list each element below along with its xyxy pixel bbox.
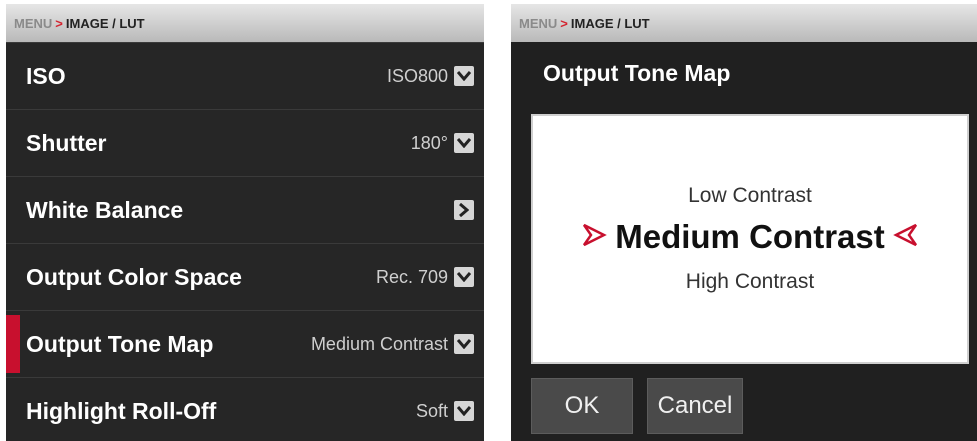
ok-button[interactable]: OK — [531, 378, 633, 434]
menu-item-output-color-space[interactable]: Output Color Space Rec. 709 — [6, 243, 484, 310]
breadcrumb: MENU > IMAGE / LUT — [6, 4, 484, 42]
option-picker[interactable]: Low Contrast Medium Contrast High Contra… — [531, 114, 969, 364]
menu-item-label: Shutter — [26, 129, 107, 156]
menu-item-label: White Balance — [26, 196, 184, 223]
dialog-title: Output Tone Map — [543, 60, 731, 86]
chevron-down-icon[interactable] — [454, 66, 474, 86]
menu-item-label: Output Tone Map — [26, 330, 214, 357]
menu-item-value: Soft — [415, 400, 448, 421]
menu-list: ISO ISO800 Shutter 180° White Balance Ou… — [6, 42, 484, 441]
breadcrumb-separator: > — [55, 15, 63, 31]
menu-item-value: Rec. 709 — [375, 266, 448, 287]
tone-map-dialog: MENU > IMAGE / LUT Output Tone Map Low C… — [511, 4, 977, 441]
menu-item-label: ISO — [26, 62, 66, 89]
menu-item-shutter[interactable]: Shutter 180° — [6, 109, 484, 176]
arrow-left-marker-icon — [892, 222, 919, 253]
menu-item-value: ISO800 — [386, 65, 448, 86]
arrow-right-marker-icon — [581, 222, 608, 253]
menu-item-output-tone-map[interactable]: Output Tone Map Medium Contrast — [6, 310, 484, 377]
cancel-button[interactable]: Cancel — [647, 378, 743, 434]
breadcrumb: MENU > IMAGE / LUT — [511, 4, 977, 42]
breadcrumb-current: IMAGE / LUT — [570, 15, 650, 31]
breadcrumb-separator: > — [560, 15, 568, 31]
menu-item-white-balance[interactable]: White Balance — [6, 176, 484, 243]
chevron-right-icon[interactable] — [454, 200, 474, 220]
menu-item-label: Output Color Space — [26, 263, 242, 290]
menu-item-value: Medium Contrast — [310, 333, 448, 354]
chevron-down-icon[interactable] — [454, 401, 474, 421]
dialog-footer: OK Cancel — [531, 378, 743, 434]
chevron-down-icon[interactable] — [454, 334, 474, 354]
chevron-down-icon[interactable] — [454, 267, 474, 287]
breadcrumb-menu[interactable]: MENU — [14, 16, 52, 31]
current-option-row[interactable]: Medium Contrast — [581, 218, 919, 256]
option-medium-contrast[interactable]: Medium Contrast — [615, 218, 885, 256]
breadcrumb-menu[interactable]: MENU — [519, 16, 557, 31]
option-low-contrast[interactable]: Low Contrast — [688, 184, 812, 208]
chevron-down-icon[interactable] — [454, 133, 474, 153]
menu-item-label: Highlight Roll-Off — [26, 397, 217, 424]
breadcrumb-current: IMAGE / LUT — [65, 15, 145, 31]
option-high-contrast[interactable]: High Contrast — [686, 270, 814, 294]
menu-item-highlight-roll-off[interactable]: Highlight Roll-Off Soft — [6, 377, 484, 441]
menu-item-value: 180° — [410, 132, 448, 153]
menu-item-iso[interactable]: ISO ISO800 — [6, 42, 484, 109]
settings-menu-panel: MENU > IMAGE / LUT ISO ISO800 Shutter 18… — [6, 4, 484, 441]
